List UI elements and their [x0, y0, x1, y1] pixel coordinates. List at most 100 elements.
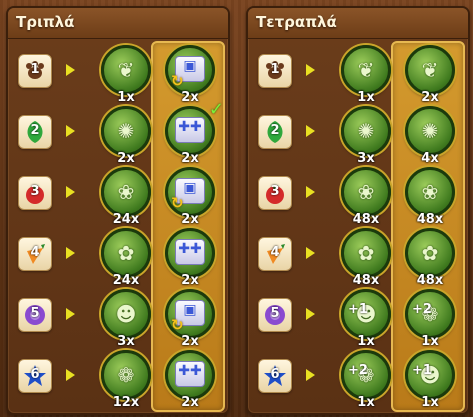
green-pod-plant-icon: ✿ — [421, 241, 439, 265]
reward-token[interactable]: ❀ 24x — [101, 167, 151, 227]
arrow-right-icon — [66, 125, 75, 137]
reward-row: 2 ✺ 2x ✚✚ ✓ 2x — [8, 99, 228, 166]
herb-bush-icon: ❦ — [117, 58, 135, 82]
arrow-right-icon — [306, 125, 315, 137]
arrow-right-icon — [66, 247, 75, 259]
red-flower-plant-icon: ❀ — [117, 180, 135, 204]
reward-token[interactable]: ☻ +1 1x — [341, 289, 391, 349]
tier-carrot-badge: 4 — [258, 237, 292, 271]
arrow-right-icon — [306, 247, 315, 259]
reward-token[interactable]: ▣ ↻ 2x — [165, 289, 215, 349]
arrow-right-icon — [306, 186, 315, 198]
tier-leaf-badge: 2 — [18, 115, 52, 149]
reward-token[interactable]: ▣ ↻ 2x — [165, 167, 215, 227]
reward-token[interactable]: ✚✚ ✓ 2x — [165, 99, 224, 166]
cycle-arrow-icon: ↻ — [171, 194, 184, 212]
tier-paw-badge: 1 — [258, 54, 292, 88]
bonus-plus: +2 — [348, 363, 368, 378]
reward-token[interactable]: ❦ 2x — [405, 45, 455, 105]
arrow-right-icon — [306, 308, 315, 320]
reward-row: 6 ❁ +2 1x ☻ +1 1x — [248, 346, 468, 410]
tier-paw-badge: 1 — [18, 54, 52, 88]
reward-token[interactable]: ❦ 1x — [101, 45, 151, 105]
bonus-plus: +2 — [412, 302, 432, 317]
reward-token[interactable]: ❁ +2 1x — [341, 350, 391, 410]
tier-star-badge: 6 — [258, 359, 292, 393]
dice-cube-icon: ✚✚ — [175, 239, 205, 265]
tier-berry-badge: 3 — [258, 176, 292, 210]
herb-bush-icon: ❦ — [421, 58, 439, 82]
arrow-right-icon — [306, 64, 315, 76]
tier-number: 5 — [270, 306, 280, 321]
panel-title: Τετραπλά — [256, 13, 337, 31]
reward-row: 5 ☻ +1 1x ❁ +2 1x — [248, 285, 468, 349]
tier-number: 2 — [270, 123, 280, 138]
triple-rewards-panel: Τριπλά 1 ❦ 1x ▣ ↻ 2x 2 ✺ 2x ✚✚ ✓ 2x 3 ❀ … — [6, 6, 230, 415]
reward-row: 1 ❦ 1x ▣ ↻ 2x — [8, 41, 228, 105]
reward-token[interactable]: ❦ 1x — [341, 45, 391, 105]
reward-row: 3 ❀ 48x ❀ 48x — [248, 163, 468, 227]
tier-number: 1 — [270, 62, 280, 77]
reward-token[interactable]: ❀ 48x — [405, 167, 455, 227]
reward-token[interactable]: ▣ ↻ 2x — [165, 45, 215, 105]
tier-number: 4 — [270, 245, 280, 260]
reward-token[interactable]: ☻ +1 1x — [405, 350, 455, 410]
arrow-right-icon — [66, 369, 75, 381]
cycle-arrow-icon: ↻ — [171, 72, 184, 90]
tier-number: 2 — [30, 123, 40, 138]
reward-token[interactable]: ☻ 3x — [101, 289, 151, 349]
robot-creature-icon: ☻ — [115, 302, 137, 326]
check-icon: ✓ — [208, 99, 224, 120]
tier-flower-badge: 5 — [258, 298, 292, 332]
arrow-right-icon — [66, 308, 75, 320]
tier-leaf-badge: 2 — [258, 115, 292, 149]
reward-token[interactable]: ✺ 4x — [405, 106, 455, 166]
tier-number: 1 — [30, 62, 40, 77]
reward-row: 4 ✿ 24x ✚✚ 2x — [8, 224, 228, 288]
tier-number: 4 — [30, 245, 40, 260]
reward-row: 4 ✿ 48x ✿ 48x — [248, 224, 468, 288]
panel-header: Τετραπλά — [248, 8, 468, 39]
tier-number: 3 — [30, 184, 40, 199]
tier-flower-badge: 5 — [18, 298, 52, 332]
panel-title: Τριπλά — [16, 13, 75, 31]
arrow-right-icon — [66, 64, 75, 76]
reward-count: 1x — [421, 395, 439, 410]
reward-token[interactable]: ✿ 24x — [101, 228, 151, 288]
reward-token[interactable]: ✿ 48x — [341, 228, 391, 288]
reward-token[interactable]: ❀ 48x — [341, 167, 391, 227]
bonus-plus: +1 — [348, 302, 368, 317]
reward-token[interactable]: ❁ +2 1x — [405, 289, 455, 349]
reward-row: 5 ☻ 3x ▣ ↻ 2x — [8, 285, 228, 349]
reward-row: 6 ❁ 12x ✚✚ 2x — [8, 346, 228, 410]
tier-berry-badge: 3 — [18, 176, 52, 210]
thorn-plant-icon: ✺ — [421, 119, 439, 143]
hay-bundle-icon: ❁ — [117, 363, 135, 387]
tier-number: 6 — [30, 367, 40, 382]
herb-bush-icon: ❦ — [357, 58, 375, 82]
tier-carrot-badge: 4 — [18, 237, 52, 271]
reward-token[interactable]: ✿ 48x — [405, 228, 455, 288]
reward-token[interactable]: ✺ 3x — [341, 106, 391, 166]
dice-cube-icon: ✚✚ — [175, 117, 205, 143]
green-pod-plant-icon: ✿ — [357, 241, 375, 265]
red-flower-plant-icon: ❀ — [421, 180, 439, 204]
tier-number: 3 — [270, 184, 280, 199]
red-flower-plant-icon: ❀ — [357, 180, 375, 204]
cycle-arrow-icon: ↻ — [171, 316, 184, 334]
reward-token[interactable]: ❁ 12x — [101, 350, 151, 410]
reward-count: 2x — [181, 395, 199, 410]
tier-number: 5 — [30, 306, 40, 321]
tier-number: 6 — [270, 367, 280, 382]
reward-token[interactable]: ✚✚ 2x — [165, 350, 215, 410]
green-pod-plant-icon: ✿ — [117, 241, 135, 265]
reward-row: 2 ✺ 3x ✺ 4x — [248, 102, 468, 166]
reward-token[interactable]: ✺ 2x — [101, 106, 151, 166]
quadruple-rewards-panel: Τετραπλά 1 ❦ 1x ❦ 2x 2 ✺ 3x ✺ 4x 3 ❀ 48x… — [246, 6, 470, 415]
tier-star-badge: 6 — [18, 359, 52, 393]
reward-row: 3 ❀ 24x ▣ ↻ 2x — [8, 163, 228, 227]
reward-token[interactable]: ✚✚ 2x — [165, 228, 215, 288]
reward-count: 1x — [357, 395, 375, 410]
panel-header: Τριπλά — [8, 8, 228, 39]
reward-row: 1 ❦ 1x ❦ 2x — [248, 41, 468, 105]
